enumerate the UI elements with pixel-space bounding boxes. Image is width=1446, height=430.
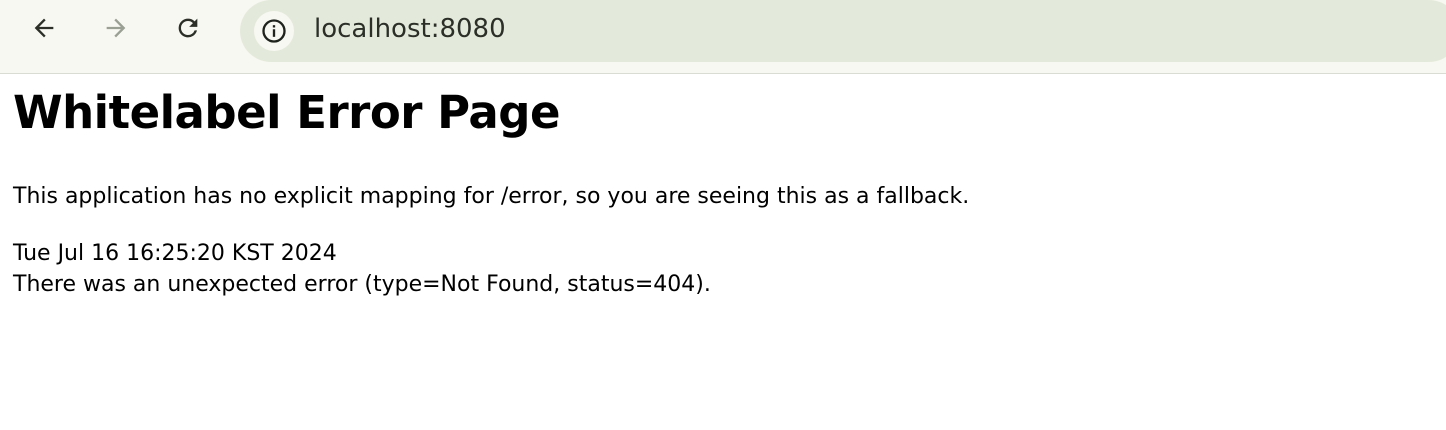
page-title: Whitelabel Error Page — [13, 86, 561, 139]
address-bar[interactable]: localhost:8080 — [240, 0, 1446, 62]
reload-icon — [178, 18, 198, 38]
info-icon — [262, 19, 286, 43]
forward-button[interactable] — [98, 10, 134, 46]
error-timestamp: Tue Jul 16 16:25:20 KST 2024 — [13, 241, 337, 266]
back-arrow-icon — [34, 18, 54, 38]
site-info-button[interactable] — [254, 11, 294, 51]
url-text[interactable]: localhost:8080 — [314, 13, 506, 45]
forward-arrow-icon — [106, 18, 126, 38]
back-button[interactable] — [26, 10, 62, 46]
error-message: There was an unexpected error (type=Not … — [13, 272, 711, 297]
browser-toolbar: localhost:8080 — [0, 0, 1446, 74]
error-explanation: This application has no explicit mapping… — [13, 184, 970, 209]
reload-button[interactable] — [170, 10, 206, 46]
